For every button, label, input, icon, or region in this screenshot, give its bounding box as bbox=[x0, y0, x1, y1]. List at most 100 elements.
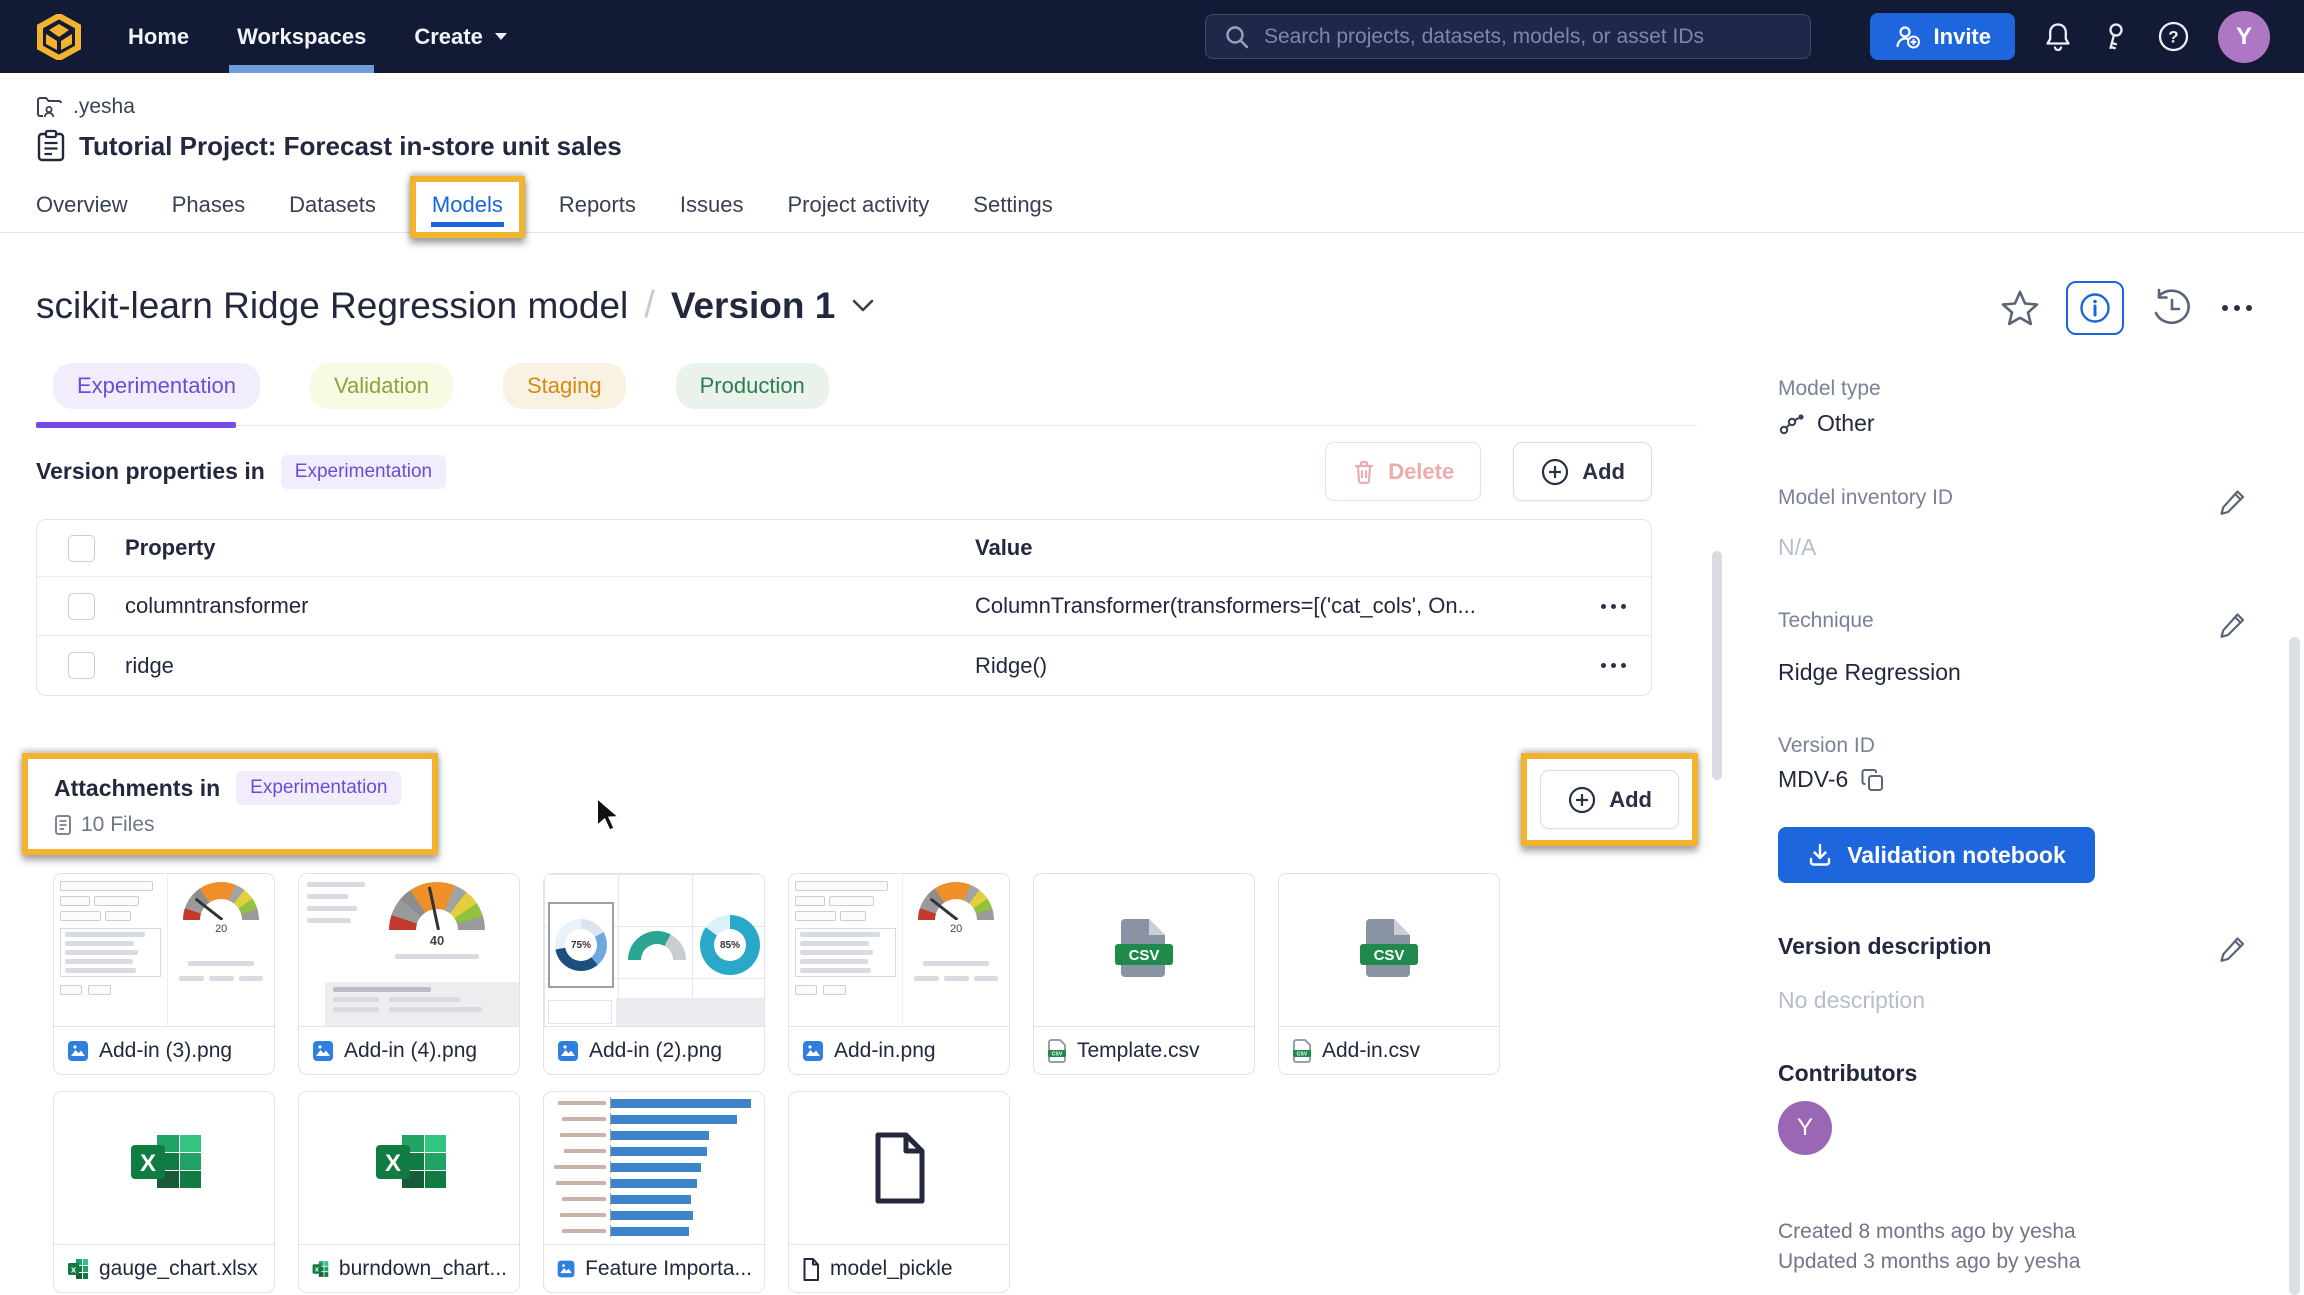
gauge-screenshot-thumbnail: 20 bbox=[54, 874, 274, 1027]
row-checkbox[interactable] bbox=[68, 652, 95, 679]
plus-circle-icon bbox=[1540, 457, 1570, 487]
edit-technique-pencil-icon[interactable] bbox=[2218, 609, 2248, 641]
version-id-label: Version ID bbox=[1778, 734, 2248, 758]
nav-workspaces[interactable]: Workspaces bbox=[237, 0, 366, 73]
tab-models[interactable]: Models bbox=[432, 192, 503, 217]
gauge-percent: 75% bbox=[571, 940, 591, 951]
technique-label: Technique bbox=[1778, 609, 1874, 633]
contributor-initial: Y bbox=[1797, 1114, 1813, 1142]
row-checkbox[interactable] bbox=[68, 593, 95, 620]
row-actions-button[interactable] bbox=[1597, 594, 1630, 619]
updated-timestamp: Updated 3 months ago by yesha bbox=[1778, 1247, 2248, 1277]
notifications-bell-icon[interactable] bbox=[2043, 21, 2073, 53]
version-dropdown-chevron-icon[interactable] bbox=[851, 298, 875, 313]
svg-text:X: X bbox=[385, 1150, 401, 1177]
excel-file-icon: X bbox=[366, 1127, 452, 1209]
stage-staging[interactable]: Staging bbox=[503, 363, 626, 409]
attachment-card[interactable]: 40 Add-in (4).png bbox=[298, 873, 520, 1075]
tab-datasets[interactable]: Datasets bbox=[289, 192, 376, 218]
table-row: columntransformer ColumnTransformer(tran… bbox=[37, 577, 1651, 636]
select-all-checkbox[interactable] bbox=[68, 535, 95, 562]
global-search[interactable] bbox=[1205, 14, 1811, 59]
help-icon[interactable]: ? bbox=[2157, 20, 2190, 53]
validation-notebook-button[interactable]: Validation notebook bbox=[1778, 827, 2095, 883]
image-file-icon bbox=[311, 1039, 335, 1063]
stage-experimentation[interactable]: Experimentation bbox=[53, 363, 260, 409]
excel-file-icon: X bbox=[121, 1127, 207, 1209]
add-property-button[interactable]: Add bbox=[1513, 442, 1652, 501]
page-scrollbar[interactable] bbox=[2289, 637, 2300, 1295]
app-logo[interactable] bbox=[36, 14, 82, 60]
csv-file-icon: CSV bbox=[1046, 1038, 1068, 1064]
breadcrumb[interactable]: .yesha bbox=[0, 73, 2304, 119]
nav-home[interactable]: Home bbox=[128, 0, 189, 73]
file-name: Template.csv bbox=[1077, 1039, 1200, 1063]
tutorial-highlight-models: Models bbox=[410, 176, 525, 238]
file-count-icon bbox=[54, 814, 72, 836]
invite-button[interactable]: Invite bbox=[1870, 13, 2015, 60]
edit-description-pencil-icon[interactable] bbox=[2218, 933, 2248, 965]
edit-inventory-pencil-icon[interactable] bbox=[2218, 486, 2248, 518]
breadcrumb-workspace: .yesha bbox=[73, 95, 135, 119]
stage-production[interactable]: Production bbox=[676, 363, 829, 409]
properties-stage-badge: Experimentation bbox=[281, 455, 446, 489]
api-key-icon[interactable] bbox=[2101, 21, 2129, 53]
attachments-grid: 20 Add-in (3).png bbox=[53, 873, 1553, 1293]
tab-reports[interactable]: Reports bbox=[559, 192, 636, 218]
svg-text:CSV: CSV bbox=[1297, 1052, 1308, 1058]
tab-overview[interactable]: Overview bbox=[36, 192, 128, 218]
svg-text:X: X bbox=[140, 1150, 156, 1177]
nav-create[interactable]: Create bbox=[414, 0, 508, 73]
svg-text:x: x bbox=[315, 1266, 319, 1274]
svg-text:CSV: CSV bbox=[1052, 1052, 1063, 1058]
inventory-id-label: Model inventory ID bbox=[1778, 486, 1953, 510]
content-scrollbar[interactable] bbox=[1712, 551, 1722, 780]
description-value: No description bbox=[1778, 987, 2248, 1014]
gauge-value: 20 bbox=[950, 923, 962, 935]
search-icon bbox=[1224, 24, 1250, 50]
file-name: Add-in (3).png bbox=[99, 1039, 232, 1063]
attachment-card[interactable]: model_pickle bbox=[788, 1091, 1010, 1293]
nav-workspaces-label: Workspaces bbox=[237, 24, 366, 50]
table-header-row: Property Value bbox=[37, 520, 1651, 577]
attachments-heading: Attachments in bbox=[54, 775, 220, 802]
search-input[interactable] bbox=[1264, 25, 1792, 49]
tab-issues[interactable]: Issues bbox=[680, 192, 744, 218]
stage-validation[interactable]: Validation bbox=[310, 363, 453, 409]
gauge-screenshot-thumbnail: 20 bbox=[789, 874, 1009, 1027]
csv-file-icon: CSV bbox=[1350, 911, 1428, 989]
tab-phases[interactable]: Phases bbox=[172, 192, 245, 218]
csv-file-icon: CSV bbox=[1291, 1038, 1313, 1064]
tab-project-activity[interactable]: Project activity bbox=[787, 192, 929, 218]
gauge-value: 20 bbox=[215, 923, 227, 935]
row-actions-button[interactable] bbox=[1597, 653, 1630, 678]
bar-chart-thumbnail bbox=[544, 1092, 764, 1245]
model-type-label: Model type bbox=[1778, 377, 2248, 401]
attachment-card[interactable]: CSV CSV Template.csv bbox=[1033, 873, 1255, 1075]
file-name: Add-in (4).png bbox=[344, 1039, 477, 1063]
version-id-value: MDV-6 bbox=[1778, 766, 1848, 793]
delete-property-button[interactable]: Delete bbox=[1325, 442, 1481, 501]
image-file-icon bbox=[556, 1039, 580, 1063]
attachment-card[interactable]: X x gauge_chart.xlsx bbox=[53, 1091, 275, 1293]
attachment-card[interactable]: X x burndown_chart... bbox=[298, 1091, 520, 1293]
invite-person-icon bbox=[1894, 24, 1922, 50]
attachments-stage-badge: Experimentation bbox=[236, 771, 401, 805]
attachment-card[interactable]: 75% 85% Add-in (2).png bbox=[543, 873, 765, 1075]
attachment-card[interactable]: Feature Importa... bbox=[543, 1091, 765, 1293]
copy-version-id-icon[interactable] bbox=[1860, 767, 1886, 793]
attachment-card[interactable]: CSV CSV Add-in.csv bbox=[1278, 873, 1500, 1075]
user-avatar[interactable]: Y bbox=[2218, 11, 2270, 63]
version-properties-header: Version properties in Experimentation De… bbox=[36, 442, 1697, 501]
add-attachment-button[interactable]: Add bbox=[1540, 770, 1679, 829]
attachment-card[interactable]: 20 Add-in (3).png bbox=[53, 873, 275, 1075]
csv-file-thumbnail: CSV bbox=[1279, 874, 1499, 1027]
model-info-panel: Model type Other Model inventory ID N/A … bbox=[1778, 240, 2248, 1278]
model-version: Version 1 bbox=[671, 285, 836, 327]
workspace-folder-icon bbox=[36, 95, 63, 119]
active-stage-underline bbox=[36, 422, 236, 428]
top-nav: Home Workspaces Create Invite bbox=[0, 0, 2304, 73]
contributor-avatar: Y bbox=[1778, 1101, 1832, 1155]
tab-settings[interactable]: Settings bbox=[973, 192, 1053, 218]
attachment-card[interactable]: 20 Add-in.png bbox=[788, 873, 1010, 1075]
